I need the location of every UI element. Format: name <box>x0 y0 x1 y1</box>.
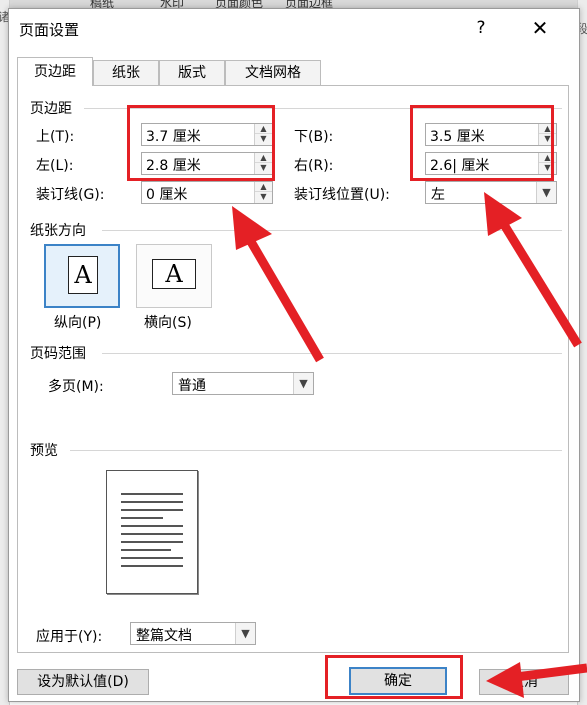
bottom-margin-label: 下(B): <box>294 129 334 145</box>
section-divider <box>84 108 562 109</box>
apply-to-value: 整篇文档 <box>136 628 192 644</box>
left-margin-label: 左(L): <box>36 158 74 174</box>
gutter-position-value: 左 <box>431 187 445 203</box>
preview-text-line <box>121 549 171 551</box>
spin-up-icon[interactable]: ▲ <box>539 124 556 134</box>
bottom-margin-value: 3.5 厘米 <box>430 129 485 145</box>
spinner-arrows[interactable]: ▲ ▼ <box>254 182 272 203</box>
chevron-down-icon[interactable]: ▼ <box>536 182 556 203</box>
landscape-label: 横向(S) <box>144 315 192 331</box>
tab-panel: 页边距 上(T): 3.7 厘米 ▲ ▼ 左(L): 2.8 厘米 ▲ ▼ 装订线(… <box>17 85 569 653</box>
tab-layout[interactable]: 版式 <box>159 60 225 85</box>
ok-button[interactable]: 确定 <box>349 667 447 695</box>
tab-paper[interactable]: 纸张 <box>93 60 159 85</box>
spin-up-icon[interactable]: ▲ <box>255 182 272 192</box>
pages-section-label: 页码范围 <box>30 343 90 363</box>
page-setup-dialog: 页面设置 ? ✕ 页边距 纸张 版式 文档网格 页边距 上(T): 3.7 厘米… <box>8 8 580 702</box>
preview-page <box>106 470 198 594</box>
landscape-page-icon: A <box>152 259 196 289</box>
preview-text-line <box>121 501 183 503</box>
bottom-margin-spinner[interactable]: 3.5 厘米 ▲ ▼ <box>425 123 557 146</box>
spinner-arrows[interactable]: ▲ ▼ <box>254 153 272 174</box>
cancel-button[interactable]: 取消 <box>479 669 569 695</box>
top-margin-spinner[interactable]: 3.7 厘米 ▲ ▼ <box>141 123 273 146</box>
apply-to-label: 应用于(Y): <box>36 629 103 645</box>
right-margin-spinner[interactable]: 2.6| 厘米 ▲ ▼ <box>425 152 557 175</box>
gutter-position-label: 装订线位置(U): <box>294 187 390 203</box>
right-margin-label: 右(R): <box>294 158 334 174</box>
top-margin-label: 上(T): <box>36 129 75 145</box>
dialog-title: 页面设置 <box>19 21 80 39</box>
preview-text-line <box>121 565 183 567</box>
apply-to-select[interactable]: 整篇文档 ▼ <box>130 622 256 645</box>
left-margin-spinner[interactable]: 2.8 厘米 ▲ ▼ <box>141 152 273 175</box>
preview-text-line <box>121 525 183 527</box>
preview-section-label: 预览 <box>30 440 62 460</box>
close-button[interactable]: ✕ <box>527 15 553 41</box>
preview-text-line <box>121 541 183 543</box>
spin-down-icon[interactable]: ▼ <box>539 163 556 173</box>
tab-margins[interactable]: 页边距 <box>17 57 93 86</box>
gutter-position-select[interactable]: 左 ▼ <box>425 181 557 204</box>
spin-down-icon[interactable]: ▼ <box>255 134 272 144</box>
gutter-label: 装订线(G): <box>36 187 105 203</box>
preview-text-line <box>121 517 163 519</box>
chevron-down-icon[interactable]: ▼ <box>293 373 313 394</box>
orientation-section-label: 纸张方向 <box>30 220 90 240</box>
spin-up-icon[interactable]: ▲ <box>255 153 272 163</box>
help-button[interactable]: ? <box>469 15 493 41</box>
left-margin-value: 2.8 厘米 <box>146 158 201 174</box>
chevron-down-icon[interactable]: ▼ <box>235 623 255 644</box>
spin-down-icon[interactable]: ▼ <box>255 163 272 173</box>
right-margin-value: 2.6| 厘米 <box>430 158 490 174</box>
top-margin-value: 3.7 厘米 <box>146 129 201 145</box>
cancel-button-label: 取消 <box>510 674 538 690</box>
spin-up-icon[interactable]: ▲ <box>255 124 272 134</box>
title-bar: 页面设置 ? ✕ <box>9 9 579 47</box>
multiple-pages-label: 多页(M): <box>48 379 104 395</box>
portrait-option[interactable]: A <box>44 244 120 308</box>
landscape-option[interactable]: A <box>136 244 212 308</box>
set-default-button[interactable]: 设为默认值(D) <box>17 669 149 695</box>
spinner-arrows[interactable]: ▲ ▼ <box>254 124 272 145</box>
portrait-label: 纵向(P) <box>54 315 102 331</box>
section-divider <box>102 353 562 354</box>
preview-text-line <box>121 509 183 511</box>
gutter-value: 0 厘米 <box>146 187 188 203</box>
section-divider <box>70 450 562 451</box>
preview-text-line <box>121 533 183 535</box>
spin-down-icon[interactable]: ▼ <box>539 134 556 144</box>
multiple-pages-select[interactable]: 普通 ▼ <box>172 372 314 395</box>
gutter-spinner[interactable]: 0 厘米 ▲ ▼ <box>141 181 273 204</box>
section-divider <box>102 230 562 231</box>
multiple-pages-value: 普通 <box>178 378 206 394</box>
spinner-arrows[interactable]: ▲ ▼ <box>538 153 556 174</box>
spin-down-icon[interactable]: ▼ <box>255 192 272 202</box>
preview-text-line <box>121 493 183 495</box>
margins-section-label: 页边距 <box>30 98 76 118</box>
portrait-page-icon: A <box>68 256 98 294</box>
spinner-arrows[interactable]: ▲ ▼ <box>538 124 556 145</box>
tab-document-grid[interactable]: 文档网格 <box>225 60 321 85</box>
preview-text-line <box>121 557 183 559</box>
spin-up-icon[interactable]: ▲ <box>539 153 556 163</box>
